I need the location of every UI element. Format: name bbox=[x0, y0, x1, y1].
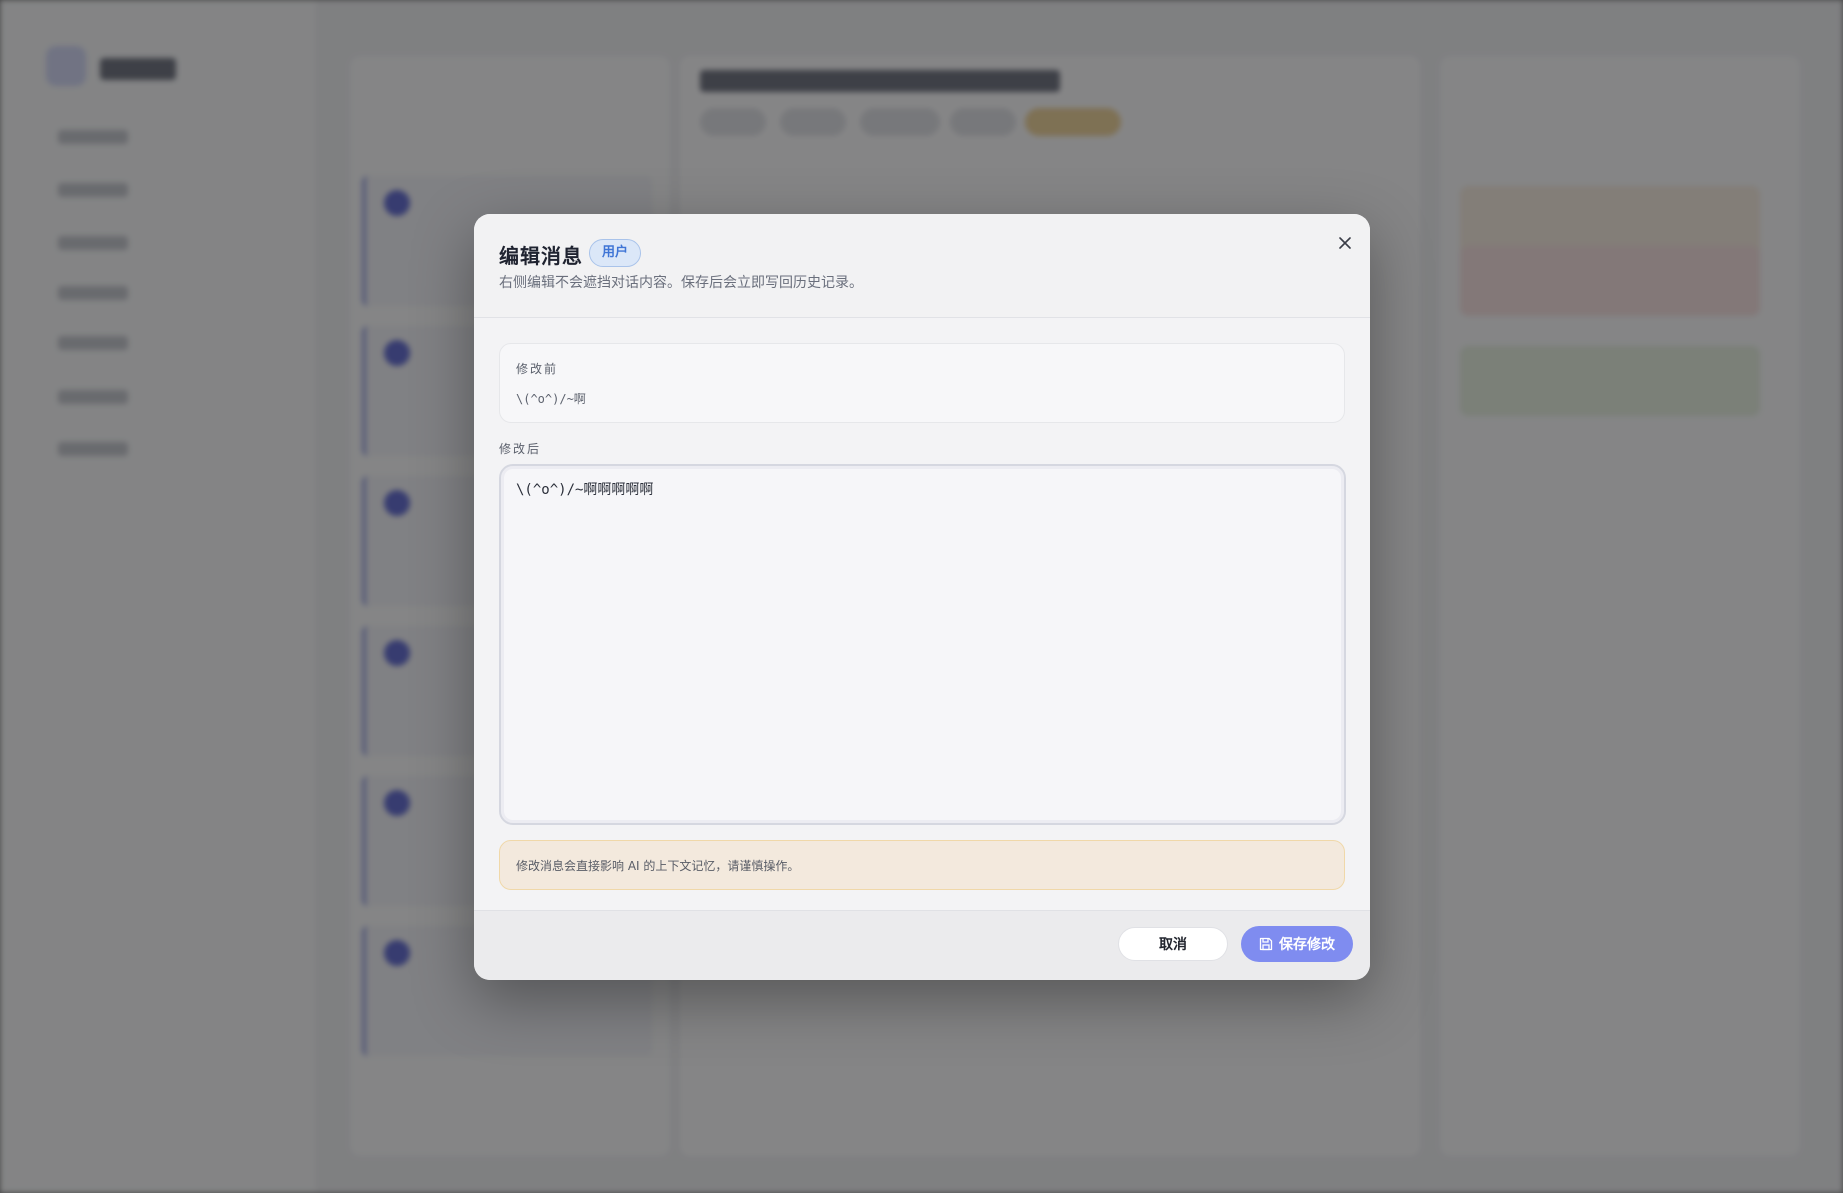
save-button-label: 保存修改 bbox=[1279, 937, 1335, 953]
edited-message-input[interactable] bbox=[499, 464, 1346, 825]
dialog-subtitle: 右侧编辑不会遮挡对话内容。保存后会立即写回历史记录。 bbox=[499, 275, 863, 291]
edit-message-dialog: 编辑消息 用户 右侧编辑不会遮挡对话内容。保存后会立即写回历史记录。 修改前 \… bbox=[474, 214, 1370, 980]
dialog-title: 编辑消息 bbox=[499, 244, 583, 268]
close-button[interactable] bbox=[1332, 230, 1358, 256]
cancel-button[interactable]: 取消 bbox=[1118, 927, 1228, 961]
original-message-label: 修改前 bbox=[516, 362, 559, 376]
dialog-header: 编辑消息 用户 右侧编辑不会遮挡对话内容。保存后会立即写回历史记录。 bbox=[474, 214, 1370, 318]
original-message-text: \(^o^)/~啊 bbox=[516, 392, 586, 406]
role-badge: 用户 bbox=[589, 239, 642, 267]
original-message-box: 修改前 \(^o^)/~啊 bbox=[499, 343, 1345, 423]
dialog-footer: 取消 保存修改 bbox=[474, 910, 1370, 980]
warning-notice: 修改消息会直接影响 AI 的上下文记忆，请谨慎操作。 bbox=[499, 840, 1345, 890]
warning-text: 修改消息会直接影响 AI 的上下文记忆，请谨慎操作。 bbox=[516, 859, 800, 873]
edited-message-label: 修改后 bbox=[499, 442, 542, 456]
save-button[interactable]: 保存修改 bbox=[1241, 926, 1353, 962]
close-icon bbox=[1339, 237, 1351, 249]
save-icon bbox=[1259, 937, 1273, 951]
